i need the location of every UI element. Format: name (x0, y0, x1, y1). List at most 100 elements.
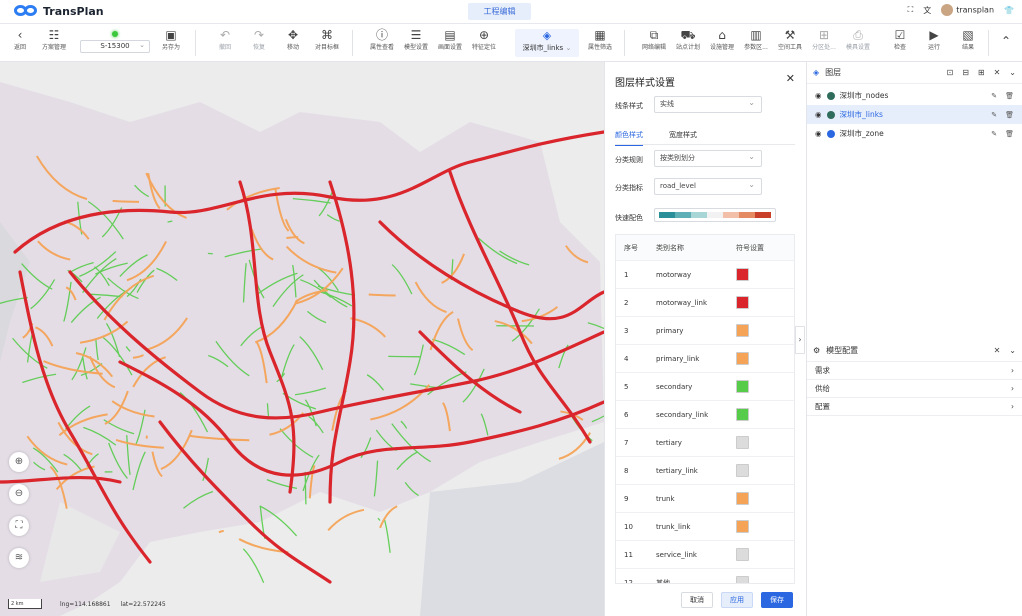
export-icon[interactable]: ⊞ (978, 68, 985, 77)
basemap-button[interactable]: ≋ (9, 548, 29, 568)
color-swatch[interactable] (736, 296, 749, 309)
region-settings-button[interactable]: ▥ 参数区... (740, 28, 772, 51)
category-table: 序号 类别名称 符号设置 1 motorway 2 motorway_link 3 pri… (615, 234, 795, 584)
net-edit-button[interactable]: ⧉ 网络编辑 (638, 28, 670, 51)
toolbar-divider (352, 30, 353, 56)
color-swatch[interactable] (736, 380, 749, 393)
close-icon[interactable]: ✕ (994, 68, 1001, 77)
palette-picker[interactable] (654, 208, 776, 222)
layer-ops: ✎ 🗑 (991, 92, 1022, 100)
model-setting2-label: 模具设置 (845, 44, 870, 51)
eye-icon[interactable]: ◉ (815, 129, 822, 138)
layer-item[interactable]: ◉ 深圳市_links ✎ 🗑 (807, 105, 1022, 124)
user-menu[interactable]: transplan (941, 4, 994, 16)
eye-icon[interactable]: ◉ (815, 91, 822, 100)
layer-item[interactable]: ◉ 深圳市_zone ✎ 🗑 (807, 124, 1022, 143)
save-icon: ▣ (165, 28, 177, 42)
calculator-icon: ▥ (750, 28, 762, 42)
model-config-item[interactable]: 需求 › (807, 362, 1022, 380)
layer-selector[interactable]: ◈ 深圳市_links ⌄ (515, 29, 579, 57)
layer-name: 深圳市_links (839, 110, 883, 119)
logo-icon (14, 4, 38, 18)
toolbar-divider (195, 30, 196, 56)
layer-type-icon (826, 129, 835, 138)
close-icon[interactable]: ✕ (994, 346, 1001, 355)
model-settings-button[interactable]: ☰ 模型设置 (400, 28, 432, 51)
tab-project-edit[interactable]: 工程编辑 (468, 3, 531, 20)
fit-extent-button[interactable]: ⛶ (9, 516, 29, 536)
zoom-out-icon: ⊖ (14, 488, 24, 499)
result-button[interactable]: ▧ 结果 (952, 28, 984, 51)
edit-icon[interactable]: ✎ (991, 130, 997, 138)
check-button[interactable]: ☑ 检查 (884, 28, 916, 51)
translate-icon[interactable]: 文 (923, 5, 931, 16)
shirt-icon[interactable]: 👕 (1004, 6, 1014, 15)
tab-width-style[interactable]: 宽度样式 (669, 130, 697, 140)
color-swatch[interactable] (736, 324, 749, 337)
category-name: 其他 (656, 578, 670, 584)
color-swatch[interactable] (736, 492, 749, 505)
color-swatch[interactable] (736, 576, 749, 583)
map-canvas[interactable]: ⊕ ⊖ ⛶ ≋ (0, 62, 604, 616)
panel-collapse-handle[interactable]: › (795, 326, 805, 354)
scenario-selector[interactable]: S-15300 ⌄ (80, 29, 150, 57)
import-icon[interactable]: ⊟ (962, 68, 969, 77)
undo-button[interactable]: ↶ 撤回 (209, 28, 241, 51)
model-config-item[interactable]: 供给 › (807, 380, 1022, 398)
model-setting2-button[interactable]: ⎙ 模具设置 (842, 28, 874, 51)
facility-manage-button[interactable]: ⌂ 设施管理 (706, 28, 738, 51)
zoom-in-button[interactable]: ⊕ (9, 452, 29, 472)
line-style-select[interactable]: 实线 (654, 95, 762, 113)
attr-filter-button[interactable]: ▦ 属性筛选 (584, 28, 616, 51)
color-swatch[interactable] (736, 436, 749, 449)
apply-button[interactable]: 应用 (721, 592, 753, 608)
road-network-map[interactable] (0, 62, 604, 616)
color-swatch[interactable] (736, 352, 749, 365)
color-swatch[interactable] (736, 548, 749, 561)
scenario-select[interactable]: S-15300 ⌄ (80, 40, 150, 53)
run-button[interactable]: ▶ 运行 (918, 28, 950, 51)
feature-locate-button[interactable]: ⊕ 特征定位 (468, 28, 500, 51)
symbol-cell (730, 520, 780, 533)
network-icon: ⧉ (649, 28, 659, 42)
edit-icon[interactable]: ✎ (991, 111, 997, 119)
chevron-right-icon: › (1011, 366, 1014, 375)
redo-button[interactable]: ↷ 恢复 (243, 28, 275, 51)
space-tools-button[interactable]: ⚒ 空间工具 (774, 28, 806, 51)
zoom-out-button[interactable]: ⊖ (9, 484, 29, 504)
add-layer-icon[interactable]: ⊡ (946, 68, 953, 77)
edit-icon[interactable]: ✎ (991, 92, 997, 100)
chevron-down-icon[interactable]: ⌄ (1009, 68, 1016, 77)
canvas-settings-button[interactable]: ▤ 画面设置 (434, 28, 466, 51)
save-as-button[interactable]: ▣ 另存为 (155, 28, 187, 51)
delete-icon[interactable]: 🗑 (1005, 130, 1014, 138)
chevron-down-icon[interactable]: ⌄ (1009, 346, 1016, 355)
color-swatch[interactable] (736, 520, 749, 533)
move-button[interactable]: ✥ 移动 (277, 28, 309, 51)
delete-icon[interactable]: 🗑 (1005, 111, 1014, 119)
symbol-cell (730, 352, 780, 365)
fullscreen-icon[interactable]: ⛶ (908, 5, 914, 15)
classify-field-select[interactable]: road_level (654, 177, 762, 195)
chevron-up-icon: ⌃ (1000, 34, 1012, 48)
site-plan-button[interactable]: ⛟ 站点计划 (672, 28, 704, 51)
zone-tools-button[interactable]: ⊞ 分区处... (808, 28, 840, 51)
color-swatch[interactable] (736, 268, 749, 281)
classify-rule-select[interactable]: 按类别划分 (654, 149, 762, 167)
save-button[interactable]: 保存 (761, 592, 793, 608)
delete-icon[interactable]: 🗑 (1005, 92, 1014, 100)
collapse-toolbar-button[interactable]: ⌃ (990, 34, 1022, 48)
tab-divider (615, 144, 795, 145)
scenario-manage-button[interactable]: ☷ 方案管理 (38, 28, 70, 51)
model-config-item[interactable]: 配置 › (807, 398, 1022, 416)
color-swatch[interactable] (736, 464, 749, 477)
cancel-button[interactable]: 取消 (681, 592, 713, 608)
close-icon[interactable]: ✕ (786, 72, 795, 85)
color-swatch[interactable] (736, 408, 749, 421)
layer-item[interactable]: ◉ 深圳市_nodes ✎ 🗑 (807, 86, 1022, 105)
select-element-button[interactable]: ⌘ 对目标框 (311, 28, 343, 51)
building-icon: ⌂ (718, 28, 726, 42)
attr-query-button[interactable]: ⓘ 属性查看 (366, 28, 398, 51)
eye-icon[interactable]: ◉ (815, 110, 822, 119)
back-button[interactable]: ‹ 返回 (4, 28, 36, 51)
